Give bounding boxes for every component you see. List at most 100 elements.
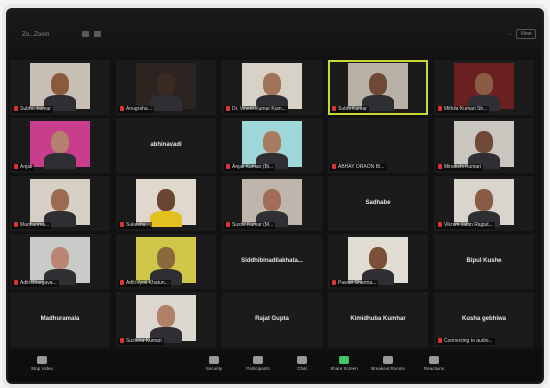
muted-mic-icon bbox=[438, 164, 442, 169]
person-head bbox=[51, 73, 69, 95]
participant-tile[interactable]: Subhi...kumar bbox=[10, 60, 110, 115]
participant-name: Pawan Sharma... bbox=[338, 280, 377, 286]
person-head bbox=[157, 73, 175, 95]
participant-name-label: Connecting to audio... bbox=[436, 338, 495, 345]
participant-tile[interactable]: Bipul Kushe bbox=[434, 234, 534, 289]
participant-video bbox=[30, 179, 90, 227]
toolbar-button-label: Share Screen bbox=[330, 366, 358, 371]
muted-mic-icon bbox=[226, 222, 230, 227]
participant-tile[interactable]: abhinavadi bbox=[116, 118, 216, 173]
participant-name-label: Sushma Kumari bbox=[118, 338, 164, 345]
person-body bbox=[44, 153, 76, 169]
participant-tile[interactable]: ABHAY ORAON BI... bbox=[328, 118, 428, 173]
toolbar-button-security[interactable]: Security bbox=[194, 354, 234, 378]
toolbar-button-label: Security bbox=[205, 366, 223, 371]
participant-video bbox=[136, 63, 196, 111]
participant-name-label: Vikram Jattin Rajput... bbox=[436, 222, 495, 229]
person-head bbox=[263, 131, 281, 153]
participant-name: ABHAY ORAON BI... bbox=[338, 164, 385, 170]
person-head bbox=[475, 189, 493, 211]
person-head bbox=[475, 131, 493, 153]
participant-tile[interactable]: Madhurima... bbox=[10, 176, 110, 231]
participant-name: Anjali Kumari (Bi... bbox=[232, 164, 274, 170]
participant-tile[interactable]: Aditi Bhargava... bbox=[10, 234, 110, 289]
toolbar-button-participants[interactable]: Participants bbox=[238, 354, 278, 378]
participant-video bbox=[242, 63, 302, 111]
toolbar-button-label: Breakout Rooms bbox=[371, 366, 405, 371]
security-icon bbox=[209, 356, 219, 364]
info-icon[interactable] bbox=[94, 31, 101, 37]
participant-name-label: Subhi Kumar bbox=[330, 106, 369, 113]
muted-mic-icon bbox=[332, 164, 336, 169]
toolbar-button-share-screen[interactable]: Share Screen bbox=[324, 354, 364, 378]
muted-mic-icon bbox=[438, 222, 442, 227]
person-head bbox=[51, 131, 69, 153]
participant-tile[interactable]: Minakshi Kumari bbox=[434, 118, 534, 173]
participant-name-label: Mithila Kumari Sh... bbox=[436, 106, 490, 113]
participant-name: Subhi Kumar bbox=[338, 106, 367, 112]
participant-tile[interactable]: Subhi Kumar bbox=[328, 60, 428, 115]
participant-video bbox=[242, 179, 302, 227]
muted-mic-icon bbox=[120, 338, 124, 343]
participant-name: Sushma Kumari bbox=[126, 338, 162, 344]
participant-tile[interactable]: Siddhibinadilakhata... bbox=[222, 234, 322, 289]
participant-tile[interactable]: Kusha gebhiwa Connecting to audio... bbox=[434, 292, 534, 347]
toolbar-button-reactions[interactable]: Reactions bbox=[414, 354, 454, 378]
participant-name-placeholder: Rajat Gupta bbox=[255, 316, 289, 322]
participant-name-label: Minakshi Kumari bbox=[436, 164, 483, 171]
participant-tile[interactable]: Anugraha... bbox=[116, 60, 216, 115]
participant-name-placeholder: Siddhibinadilakhata... bbox=[241, 258, 303, 264]
participant-video bbox=[30, 121, 90, 169]
person-head bbox=[51, 189, 69, 211]
toolbar-button-breakout-rooms[interactable]: Breakout Rooms bbox=[368, 354, 408, 378]
participant-tile[interactable]: Sukesha... bbox=[116, 176, 216, 231]
participant-tile[interactable]: Sushil Kumar (M... bbox=[222, 176, 322, 231]
person-head bbox=[157, 305, 175, 327]
participant-tile[interactable]: Mithila Kumari Sh... bbox=[434, 60, 534, 115]
person-head bbox=[369, 247, 387, 269]
participant-tile[interactable]: Madhuramala bbox=[10, 292, 110, 347]
view-button[interactable]: View bbox=[516, 29, 536, 39]
window-title: Zo...Zoom bbox=[22, 32, 50, 38]
participant-tile[interactable]: Sushma Kumari bbox=[116, 292, 216, 347]
monitor-screen: Zo...Zoom ... View Subhi...kumar Anugraha… bbox=[8, 10, 542, 382]
participant-name-label: Pawan Sharma... bbox=[330, 280, 379, 287]
participant-name: Vikram Jattin Rajput... bbox=[444, 222, 493, 228]
participant-tile[interactable]: Pawan Sharma... bbox=[328, 234, 428, 289]
meeting-toolbar: Stop Video Security Participants Chat Share … bbox=[8, 350, 542, 382]
participant-name: Aditi Bhargava... bbox=[20, 280, 57, 286]
participant-video bbox=[348, 63, 408, 111]
person-head bbox=[51, 247, 69, 269]
participant-name-label: Sushil Kumar (M... bbox=[224, 222, 276, 229]
muted-mic-icon bbox=[14, 280, 18, 285]
participant-tile[interactable]: Anjali bbox=[10, 118, 110, 173]
participant-name-placeholder: Madhuramala bbox=[40, 316, 80, 322]
participant-tile[interactable]: Aditi Jyoti Khatun... bbox=[116, 234, 216, 289]
participant-video bbox=[136, 179, 196, 227]
participants-icon bbox=[253, 356, 263, 364]
participant-tile[interactable]: Kimidhuba Kumhar bbox=[328, 292, 428, 347]
participant-video bbox=[348, 237, 408, 285]
participant-name-label: Dr. Vineet Kumar Kum... bbox=[224, 106, 288, 113]
participant-video bbox=[30, 63, 90, 111]
participant-tile[interactable]: Vikram Jattin Rajput... bbox=[434, 176, 534, 231]
muted-mic-icon bbox=[438, 106, 442, 111]
person-head bbox=[369, 73, 387, 95]
toolbar-button-stop-video[interactable]: Stop Video bbox=[22, 354, 62, 378]
participant-tile[interactable]: Anjali Kumari (Bi... bbox=[222, 118, 322, 173]
person-head bbox=[475, 73, 493, 95]
participant-name: Subhi...kumar bbox=[20, 106, 51, 112]
shield-icon[interactable] bbox=[82, 31, 89, 37]
muted-mic-icon bbox=[226, 164, 230, 169]
participant-name: Anugraha... bbox=[126, 106, 152, 112]
participant-tile[interactable]: Rajat Gupta bbox=[222, 292, 322, 347]
participant-name-placeholder: Bipul Kushe bbox=[466, 258, 502, 264]
share-screen-icon bbox=[339, 356, 349, 364]
participant-gallery: Subhi...kumar Anugraha... Dr. Vineet Kumar… bbox=[8, 50, 542, 350]
toolbar-button-label: Reactions bbox=[423, 366, 444, 371]
toolbar-button-chat[interactable]: Chat bbox=[282, 354, 322, 378]
participant-name-label: Aditi Bhargava... bbox=[12, 280, 59, 287]
participant-tile[interactable]: Sadhabe bbox=[328, 176, 428, 231]
participant-tile[interactable]: Dr. Vineet Kumar Kum... bbox=[222, 60, 322, 115]
breakout-rooms-icon bbox=[383, 356, 393, 364]
